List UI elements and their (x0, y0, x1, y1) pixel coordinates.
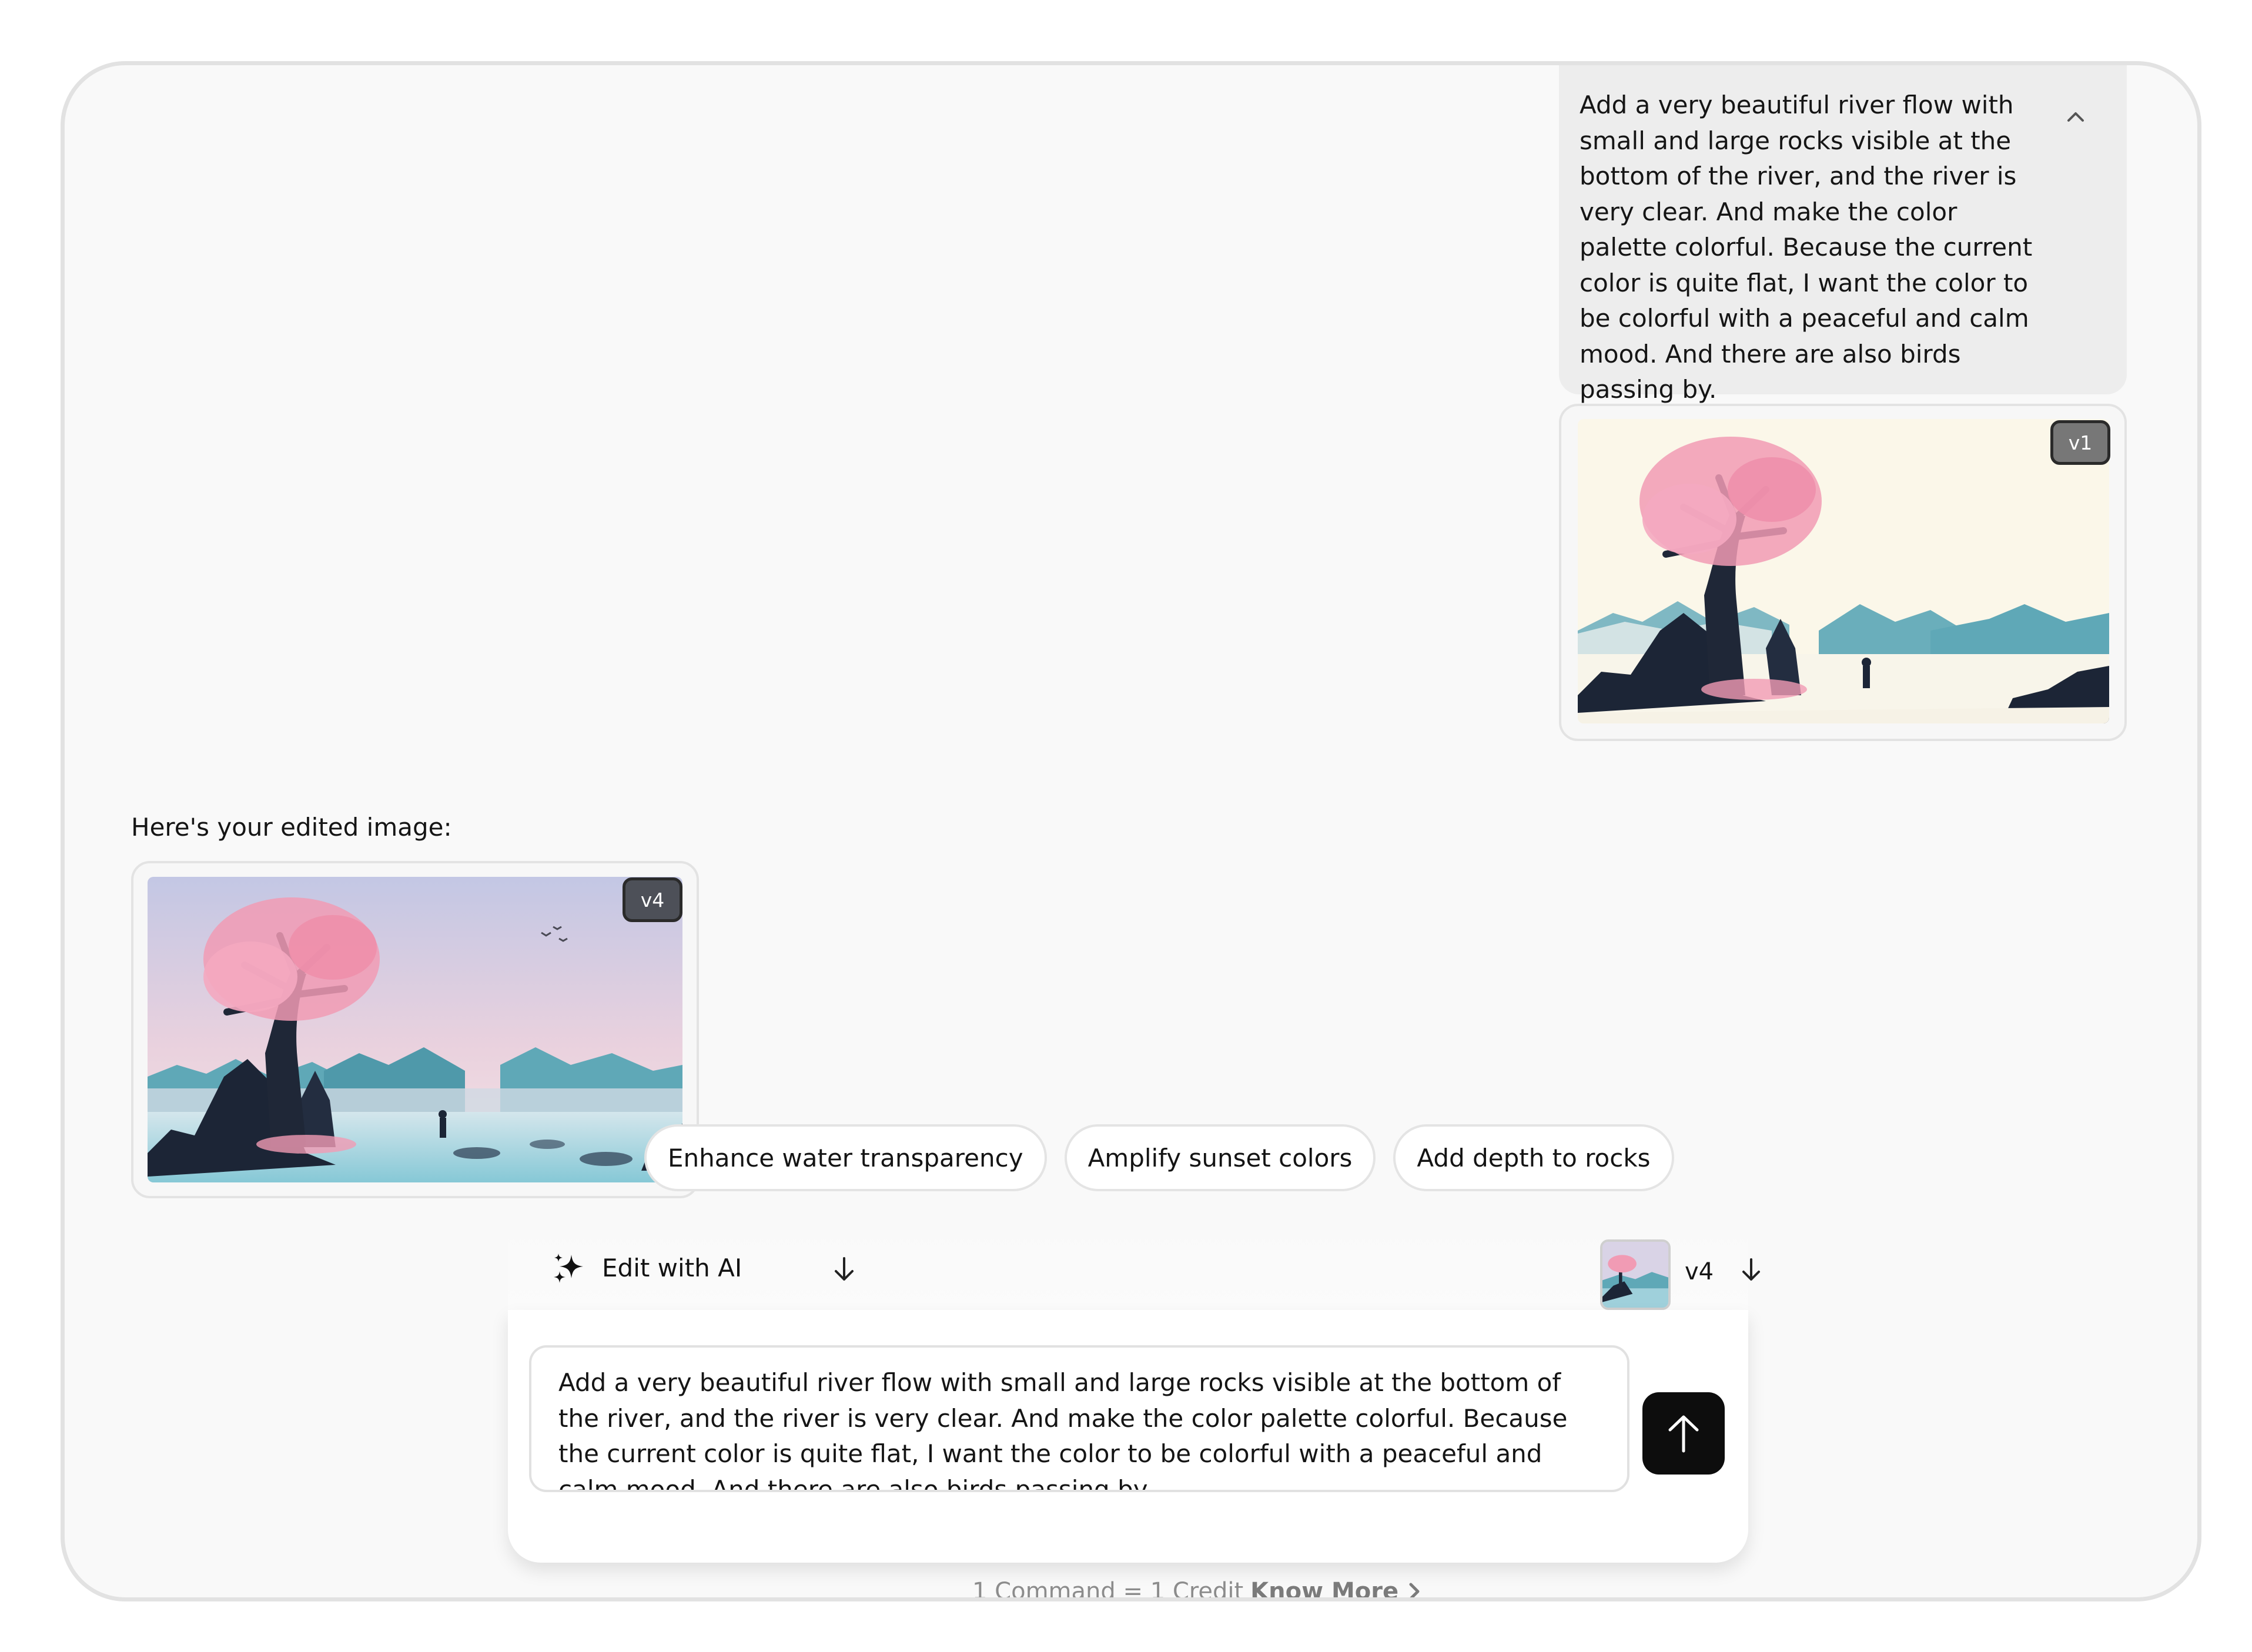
suggestion-chip[interactable]: Add depth to rocks (1393, 1124, 1674, 1191)
credit-text: 1 Command = 1 Credit (972, 1578, 1244, 1601)
prompt-input[interactable]: Add a very beautiful river flow with sma… (529, 1345, 1629, 1492)
edited-image[interactable] (148, 877, 682, 1182)
user-message-bubble: Add a very beautiful river flow with sma… (1559, 65, 2127, 404)
suggestion-chip[interactable]: Amplify sunset colors (1064, 1124, 1376, 1191)
user-image-card[interactable]: v1 (1559, 404, 2127, 741)
selected-version-label[interactable]: v4 (1685, 1258, 1714, 1285)
composer-toolbar: Edit with AI v4 (508, 1228, 1760, 1310)
chevron-up-icon[interactable] (2062, 103, 2090, 131)
composer-panel: Add a very beautiful river flow with sma… (508, 1310, 1748, 1563)
assistant-message-text: Here's your edited image: (131, 813, 452, 842)
version-badge: v1 (2050, 420, 2110, 465)
credit-note: 1 Command = 1 Credit Know More (972, 1578, 1422, 1601)
chat-window: Add a very beautiful river flow with sma… (61, 61, 2201, 1601)
know-more-link[interactable]: Know More (1250, 1578, 1422, 1601)
user-message-text: Add a very beautiful river flow with sma… (1580, 91, 2033, 404)
know-more-label: Know More (1250, 1578, 1399, 1601)
version-badge: v4 (623, 877, 682, 922)
suggestion-chips: Enhance water transparency Amplify sunse… (644, 1124, 1674, 1191)
arrow-down-icon[interactable] (1738, 1256, 1764, 1284)
sparkle-icon (554, 1254, 583, 1283)
chevron-right-icon (1409, 1583, 1420, 1597)
edited-image-card[interactable]: v4 (131, 861, 699, 1198)
arrow-up-icon (1668, 1415, 1699, 1453)
suggestion-chip[interactable]: Enhance water transparency (644, 1124, 1047, 1191)
arrow-down-icon[interactable] (830, 1255, 858, 1284)
edit-with-ai-label: Edit with AI (602, 1253, 742, 1282)
version-thumbnail[interactable] (1600, 1239, 1671, 1310)
send-button[interactable] (1642, 1392, 1725, 1475)
edit-with-ai-tab[interactable]: Edit with AI (553, 1251, 742, 1284)
original-image[interactable] (1578, 419, 2109, 723)
